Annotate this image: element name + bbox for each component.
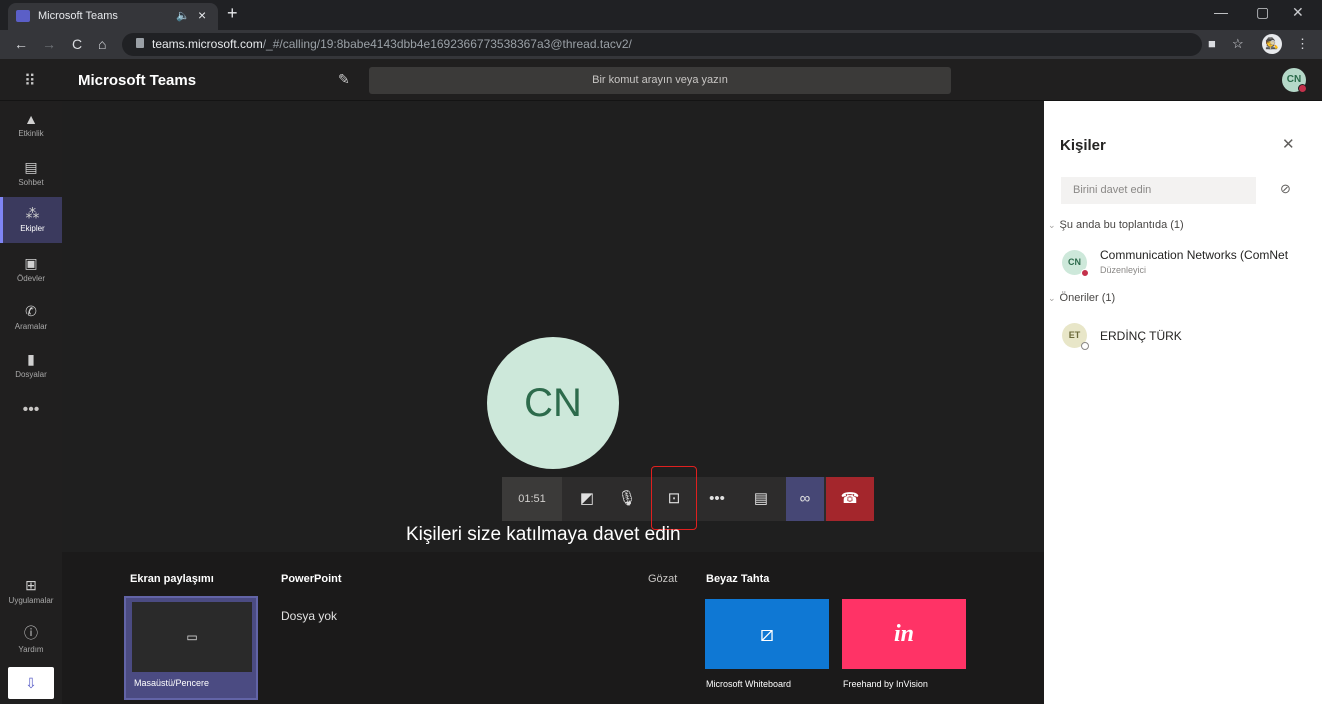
browser-toolbar: ← → C ⌂ teams.microsoft.com/_#/calling/1… bbox=[0, 30, 1322, 59]
screen-share-heading: Ekran paylaşımı bbox=[130, 573, 214, 585]
microphone-icon: 🎙 bbox=[617, 490, 637, 507]
avatar: ET bbox=[1062, 323, 1089, 350]
app-rail: ▲ Etkinlik ▤ Sohbet ⁂ Ekipler ▣ Ödevler … bbox=[0, 101, 62, 704]
address-bar[interactable]: teams.microsoft.com/_#/calling/19:8babe4… bbox=[122, 33, 1202, 56]
apps-icon: ⊞ bbox=[25, 577, 37, 593]
presence-busy-icon bbox=[1298, 84, 1307, 93]
screen: Microsoft Teams 🔈 × + — ▢ ✕ ← → C ⌂ team… bbox=[0, 0, 1322, 704]
hang-up-button[interactable]: ☎ bbox=[826, 477, 874, 521]
invite-prompt: Kişileri size katılmaya davet edin bbox=[406, 524, 681, 545]
more-icon: ••• bbox=[709, 490, 725, 507]
powerpoint-heading: PowerPoint bbox=[281, 573, 342, 585]
teams-favicon-icon bbox=[16, 10, 30, 22]
file-icon: ▮ bbox=[27, 351, 35, 367]
bell-icon: ▲ bbox=[24, 111, 38, 127]
ms-whiteboard-card[interactable]: ⧄ bbox=[705, 599, 829, 669]
camera-off-icon: ◩ bbox=[579, 490, 595, 507]
search-input[interactable]: Bir komut arayın veya yazın bbox=[369, 67, 951, 94]
presence-offline-icon bbox=[1081, 342, 1089, 350]
close-icon[interactable]: ✕ bbox=[1282, 135, 1295, 153]
more-actions-button[interactable]: ••• bbox=[698, 477, 736, 521]
browser-profile-icon[interactable]: 🕵 bbox=[1262, 34, 1282, 54]
rail-item-chat[interactable]: ▤ Sohbet bbox=[0, 151, 62, 197]
help-icon: ⓘ bbox=[24, 625, 38, 641]
invision-card[interactable]: in bbox=[842, 599, 966, 669]
participant-name[interactable]: Communication Networks (ComNet bbox=[1100, 248, 1288, 262]
back-icon[interactable]: ← bbox=[14, 36, 28, 52]
reload-icon[interactable]: C bbox=[72, 36, 82, 52]
window-close-icon[interactable]: ✕ bbox=[1292, 4, 1304, 21]
chat-icon: ▤ bbox=[24, 159, 38, 175]
new-tab-button[interactable]: + bbox=[227, 3, 238, 24]
participant-avatar: CN bbox=[487, 337, 619, 469]
whiteboard-icon: ⧄ bbox=[760, 621, 774, 646]
hang-up-icon: ☎ bbox=[840, 490, 860, 507]
browser-tab[interactable]: Microsoft Teams 🔈 × bbox=[8, 3, 218, 30]
rail-item-teams[interactable]: ⁂ Ekipler bbox=[0, 197, 62, 243]
suggestion-name[interactable]: ERDİNÇ TÜRK bbox=[1100, 329, 1182, 343]
monitor-icon: ▭ bbox=[132, 602, 252, 672]
rail-item-activity[interactable]: ▲ Etkinlik bbox=[0, 103, 62, 149]
in-meeting-section-header[interactable]: ⌄ Şu anda bu toplantıda (1) bbox=[1048, 219, 1184, 231]
browse-link[interactable]: Gözat bbox=[648, 573, 677, 585]
download-icon: ⇩ bbox=[25, 675, 37, 691]
rail-item-assignments[interactable]: ▣ Ödevler bbox=[0, 247, 62, 293]
desktop-window-share-card[interactable]: ▭ Masaüstü/Pencere bbox=[124, 596, 258, 700]
people-panel: Kişiler ✕ Birini davet edin ⊘ ⌄ Şu anda b… bbox=[1044, 101, 1322, 704]
new-chat-icon[interactable]: ✎ bbox=[338, 71, 350, 88]
call-timer: 01:51 bbox=[502, 477, 562, 521]
rail-item-files[interactable]: ▮ Dosyalar bbox=[0, 343, 62, 389]
chevron-down-icon: ⌄ bbox=[1048, 220, 1056, 230]
assignments-icon: ▣ bbox=[24, 255, 38, 271]
teams-icon: ⁂ bbox=[25, 205, 40, 221]
invision-caption: Freehand by InVision bbox=[843, 679, 928, 689]
mic-toggle-button[interactable]: 🎙 bbox=[608, 477, 646, 521]
lock-icon bbox=[136, 38, 144, 48]
whiteboard-heading: Beyaz Tahta bbox=[706, 573, 770, 585]
show-participants-button[interactable]: ∞ bbox=[786, 477, 824, 521]
forward-icon[interactable]: → bbox=[42, 36, 56, 52]
chevron-down-icon: ⌄ bbox=[1048, 293, 1056, 303]
people-icon: ∞ bbox=[799, 490, 811, 507]
share-button-annotation bbox=[651, 466, 697, 530]
bookmark-star-icon[interactable]: ☆ bbox=[1232, 36, 1244, 52]
rail-item-calls[interactable]: ✆ Aramalar bbox=[0, 295, 62, 341]
participant-role: Düzenleyici bbox=[1100, 265, 1147, 275]
panel-title: Kişiler bbox=[1060, 137, 1106, 154]
phone-icon: ✆ bbox=[25, 303, 37, 319]
home-icon[interactable]: ⌂ bbox=[98, 36, 106, 52]
browser-menu-icon[interactable]: ⋮ bbox=[1296, 36, 1309, 52]
maximize-icon[interactable]: ▢ bbox=[1256, 4, 1269, 21]
avatar: CN bbox=[1062, 250, 1089, 277]
invite-input[interactable]: Birini davet edin bbox=[1061, 177, 1256, 204]
tab-audio-icon[interactable]: 🔈 bbox=[176, 9, 190, 22]
tab-close-icon[interactable]: × bbox=[198, 7, 206, 23]
rail-item-help[interactable]: ⓘ Yardım bbox=[0, 615, 62, 661]
browser-tab-bar: Microsoft Teams 🔈 × + — ▢ ✕ bbox=[0, 0, 1322, 30]
teams-header: ⠿ Microsoft Teams ✎ Bir komut arayın vey… bbox=[0, 59, 1322, 101]
more-apps-icon[interactable]: ••• bbox=[0, 401, 62, 419]
presence-busy-icon bbox=[1081, 269, 1089, 277]
copy-link-icon[interactable]: ⊘ bbox=[1280, 181, 1291, 197]
no-file-text: Dosya yok bbox=[281, 609, 338, 623]
suggestions-section-header[interactable]: ⌄ Öneriler (1) bbox=[1048, 292, 1115, 304]
rail-item-apps[interactable]: ⊞ Uygulamalar bbox=[0, 569, 62, 615]
tab-title: Microsoft Teams bbox=[38, 10, 118, 22]
download-app-button[interactable]: ⇩ bbox=[8, 667, 54, 699]
camera-icon[interactable]: ■ bbox=[1208, 36, 1216, 51]
show-conversation-button[interactable]: ▤ bbox=[742, 477, 780, 521]
avatar[interactable]: CN bbox=[1282, 68, 1307, 93]
invision-logo-icon: in bbox=[893, 621, 914, 647]
app-title: Microsoft Teams bbox=[78, 72, 197, 89]
ms-whiteboard-caption: Microsoft Whiteboard bbox=[706, 679, 792, 689]
app-launcher-icon[interactable]: ⠿ bbox=[24, 71, 36, 91]
camera-toggle-button[interactable]: ◩ bbox=[568, 477, 606, 521]
minimize-icon[interactable]: — bbox=[1214, 4, 1228, 20]
url-text: teams.microsoft.com/_#/calling/19:8babe4… bbox=[152, 37, 632, 51]
chat-icon: ▤ bbox=[753, 490, 769, 507]
